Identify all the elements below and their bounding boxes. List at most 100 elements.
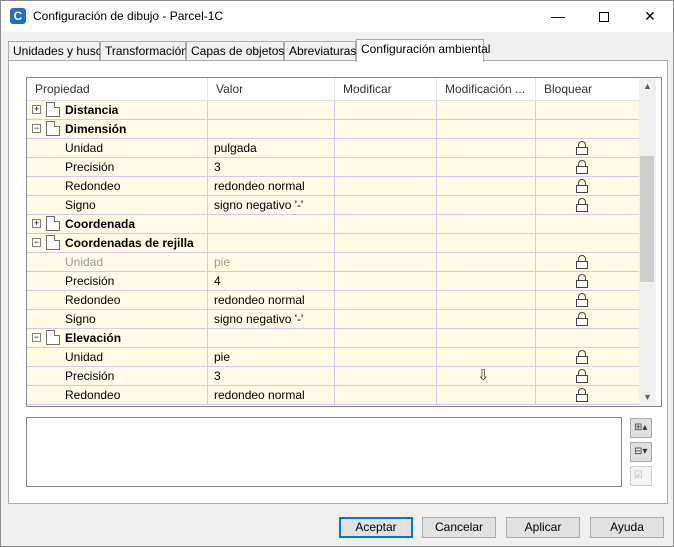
property-row[interactable]: Unidad pie	[27, 253, 639, 272]
minimize-button[interactable]: —	[535, 1, 581, 32]
value-cell[interactable]: signo negativo '-'	[208, 310, 335, 328]
ok-button[interactable]: Aceptar	[339, 517, 413, 538]
description-panel	[26, 417, 622, 487]
group-row[interactable]: − Coordenadas de rejilla	[27, 234, 639, 253]
lock-icon[interactable]	[576, 198, 588, 212]
tab-configuracion-ambiental[interactable]: Configuración ambiental	[356, 39, 490, 62]
column-header-bloquear[interactable]: Bloquear	[536, 78, 639, 101]
cancel-button[interactable]: Cancelar	[422, 517, 496, 538]
group-row[interactable]: − Dimensión	[27, 120, 639, 139]
property-row[interactable]: Precisión 4	[27, 272, 639, 291]
lock-body	[576, 318, 588, 326]
modification-cell	[437, 101, 536, 119]
collapse-icon[interactable]: −	[32, 124, 41, 133]
value-cell	[208, 234, 335, 252]
column-header-valor[interactable]: Valor	[208, 78, 335, 101]
modification-cell	[437, 196, 536, 214]
lock-icon[interactable]	[576, 160, 588, 174]
lock-icon[interactable]	[576, 179, 588, 193]
property-row[interactable]: Precisión 3	[27, 158, 639, 177]
property-cell: + Coordenada	[27, 215, 208, 233]
scroll-down-icon[interactable]: ▼	[639, 389, 656, 406]
value-cell[interactable]: redondeo normal	[208, 386, 335, 404]
lock-icon[interactable]	[576, 274, 588, 288]
expand-icon[interactable]: +	[32, 219, 41, 228]
close-button[interactable]: ✕	[627, 1, 673, 32]
property-cell: Redondeo	[27, 386, 208, 404]
column-header-propiedad[interactable]: Propiedad	[27, 78, 208, 101]
collapse-icon[interactable]: −	[32, 238, 41, 247]
property-row[interactable]: Precisión 3 ⇩	[27, 367, 639, 386]
group-row[interactable]: + Coordenada	[27, 215, 639, 234]
title-bar[interactable]: C Configuración de dibujo - Parcel-1C — …	[1, 1, 673, 32]
value-cell[interactable]: pie	[208, 253, 335, 271]
property-cell: − Coordenadas de rejilla	[27, 234, 208, 252]
collapse-all-button[interactable]: ⊟▾	[630, 442, 652, 462]
property-label: Redondeo	[65, 293, 121, 307]
scroll-thumb[interactable]	[640, 156, 654, 282]
value-cell[interactable]: 3	[208, 367, 335, 385]
group-row[interactable]: − Elevación	[27, 329, 639, 348]
maximize-button[interactable]	[581, 1, 627, 32]
modify-cell	[335, 101, 437, 119]
value-cell[interactable]: 3	[208, 158, 335, 176]
lock-icon[interactable]	[576, 293, 588, 307]
property-row[interactable]: Unidad pulgada	[27, 139, 639, 158]
property-row[interactable]: Redondeo redondeo normal	[27, 291, 639, 310]
modify-cell	[335, 196, 437, 214]
column-header-modificar[interactable]: Modificar	[335, 78, 437, 101]
lock-icon[interactable]	[576, 369, 588, 383]
expand-all-button[interactable]: ⊞▴	[630, 418, 652, 438]
close-icon: ✕	[644, 8, 656, 24]
tab-transformacion[interactable]: Transformación	[100, 41, 188, 61]
tab-abreviaturas[interactable]: Abreviaturas	[284, 41, 356, 61]
property-label: Unidad	[65, 255, 104, 269]
property-row[interactable]: Signo signo negativo '-'	[27, 196, 639, 215]
value-cell[interactable]: redondeo normal	[208, 291, 335, 309]
lock-icon[interactable]	[576, 350, 588, 364]
modification-cell	[437, 234, 536, 252]
group-row[interactable]: + Distancia	[27, 101, 639, 120]
group-label: Coordenada	[65, 217, 136, 231]
value-cell[interactable]: pulgada	[208, 139, 335, 157]
document-icon	[46, 330, 60, 345]
help-button[interactable]: Ayuda	[590, 517, 664, 538]
value-cell[interactable]: redondeo normal	[208, 177, 335, 195]
modify-cell	[335, 120, 437, 138]
modify-cell	[335, 348, 437, 366]
document-icon	[46, 102, 60, 117]
lock-icon[interactable]	[576, 312, 588, 326]
property-cell: − Elevación	[27, 329, 208, 347]
scroll-up-icon[interactable]: ▲	[639, 78, 656, 95]
lock-icon[interactable]	[576, 388, 588, 402]
property-cell: Unidad	[27, 139, 208, 157]
modify-cell	[335, 367, 437, 385]
minimize-icon: —	[551, 8, 565, 24]
modification-cell	[437, 310, 536, 328]
lock-cell	[536, 234, 639, 252]
property-cell: + Distancia	[27, 101, 208, 119]
lock-cell	[536, 196, 639, 214]
modification-cell	[437, 272, 536, 290]
value-cell[interactable]: pie	[208, 348, 335, 366]
property-row[interactable]: Redondeo redondeo normal	[27, 386, 639, 405]
apply-button[interactable]: Aplicar	[506, 517, 580, 538]
vertical-scrollbar[interactable]: ▲ ▼	[639, 78, 656, 406]
property-row[interactable]: Unidad pie	[27, 348, 639, 367]
property-label: Redondeo	[65, 179, 121, 193]
expand-icon[interactable]: +	[32, 105, 41, 114]
column-header-modificacion[interactable]: Modificación ...	[437, 78, 536, 101]
property-row[interactable]: Redondeo redondeo normal	[27, 177, 639, 196]
lock-icon[interactable]	[576, 255, 588, 269]
lock-cell	[536, 329, 639, 347]
value-cell[interactable]: signo negativo '-'	[208, 196, 335, 214]
value-cell[interactable]: 4	[208, 272, 335, 290]
tab-capas-de-objetos[interactable]: Capas de objetos	[186, 41, 284, 61]
property-label: Unidad	[65, 141, 104, 155]
check-edit-button[interactable]: ☑	[630, 466, 652, 486]
modification-cell	[437, 158, 536, 176]
lock-icon[interactable]	[576, 141, 588, 155]
collapse-icon[interactable]: −	[32, 333, 41, 342]
property-row[interactable]: Signo signo negativo '-'	[27, 310, 639, 329]
tab-unidades-y-huso[interactable]: Unidades y huso	[8, 41, 102, 61]
